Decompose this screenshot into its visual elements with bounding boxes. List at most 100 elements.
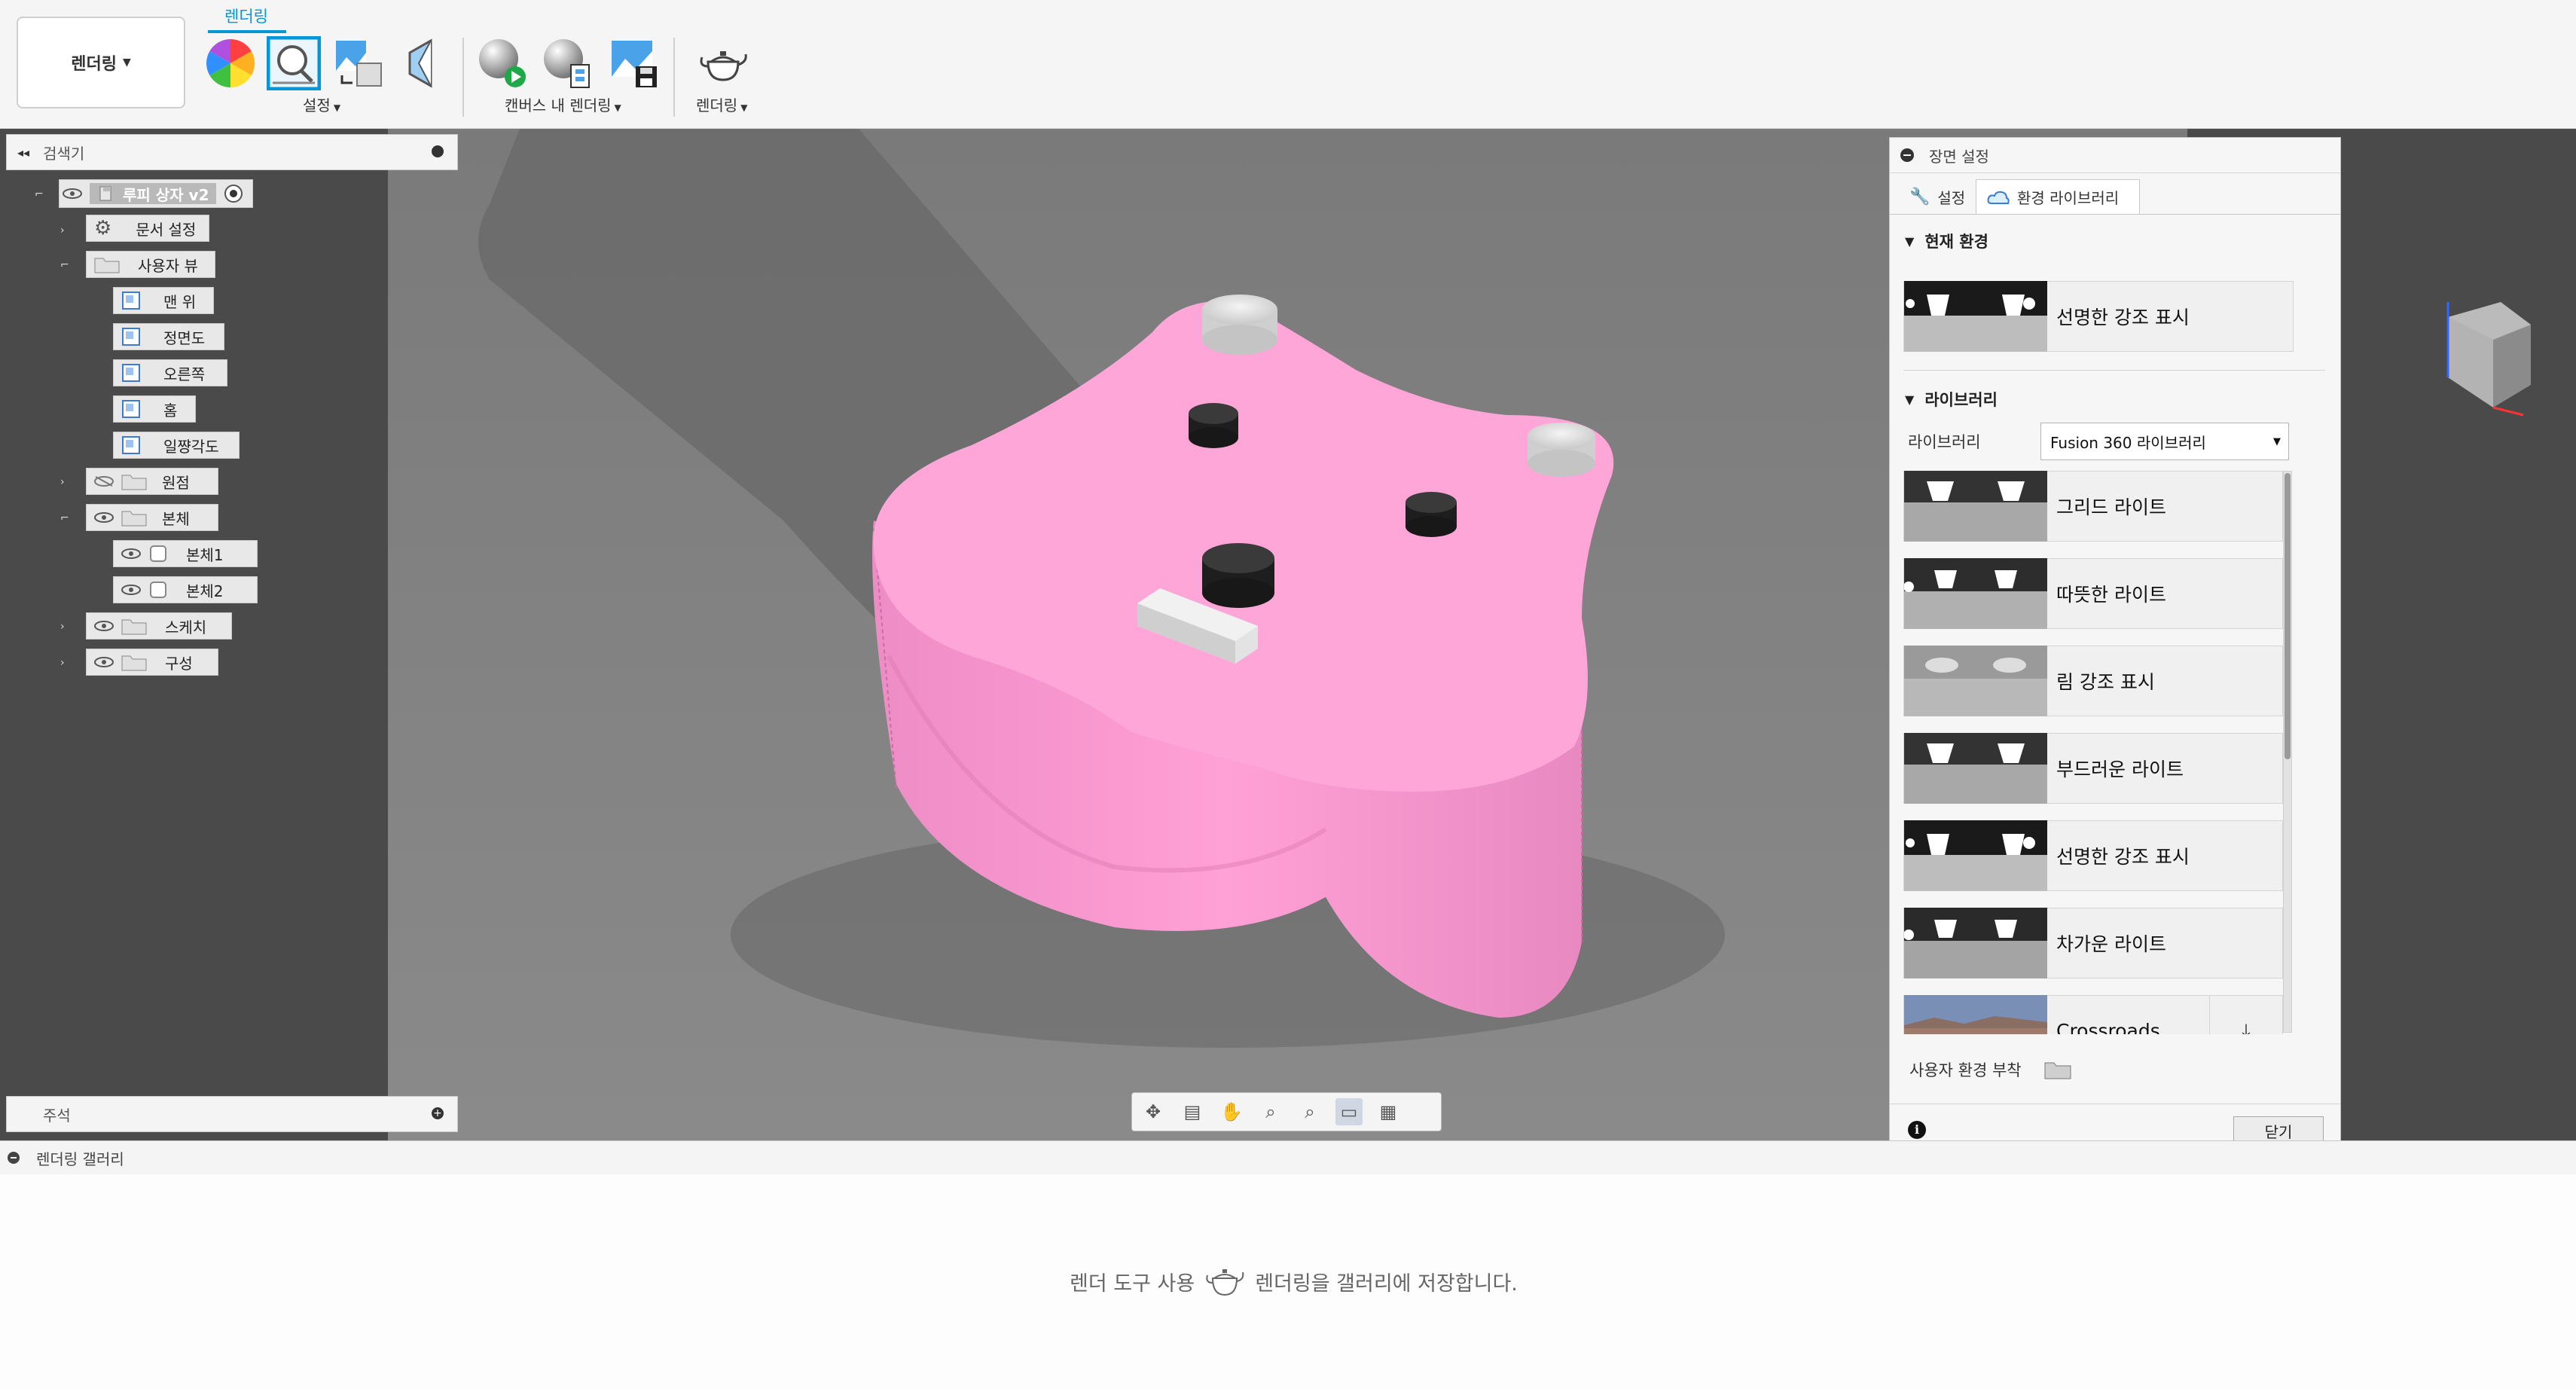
tree-item-root[interactable]: 루피 상자 v2 [59, 178, 254, 209]
expand-toggle[interactable]: › [60, 477, 69, 487]
black-puck-3 [1202, 543, 1274, 608]
library-select-row: 라이브러리 Fusion 360 라이브러리 ▼ [1908, 423, 2330, 460]
folder-icon[interactable] [2044, 1060, 2071, 1079]
environment-thumbnail [1904, 995, 2047, 1034]
chevron-down-icon: ▼ [333, 102, 341, 113]
tree-item-view-front[interactable]: 정면도 [113, 321, 224, 353]
collapse-panel-icon[interactable] [1900, 148, 1914, 162]
tree-item-view-trimetric[interactable]: 일쨩각도 [113, 429, 240, 461]
environment-item[interactable]: Crossroads ⤓ [1903, 995, 2283, 1034]
environment-thumbnail [1904, 281, 2047, 352]
environment-item[interactable]: 부드러운 라이트 [1903, 733, 2283, 804]
current-environment-header[interactable]: ▼ 현재 환경 [1905, 230, 1988, 252]
collapse-toggle[interactable]: ⌐ [60, 260, 69, 270]
environment-thumbnail [1904, 908, 2047, 978]
folder-icon [121, 655, 147, 671]
browser-header[interactable]: ◂◂ 검색기 [6, 134, 458, 170]
folder-icon [121, 619, 147, 635]
info-icon[interactable]: i [1908, 1121, 1926, 1139]
current-environment-card[interactable]: 선명한 강조 표시 [1903, 281, 2294, 352]
decal-icon[interactable] [396, 36, 450, 90]
tab-settings[interactable]: 🔧 설정 [1899, 179, 1976, 214]
environment-item[interactable]: 림 강조 표시 [1903, 646, 2283, 716]
render-gallery-header[interactable]: 렌더링 갤러리 [0, 1140, 2576, 1175]
collapse-toggle[interactable]: ⌐ [60, 513, 69, 524]
tree-item-view-right[interactable]: 오른쪽 [113, 357, 227, 389]
named-view-icon [122, 400, 140, 418]
eye-icon[interactable] [94, 657, 114, 667]
expand-toggle[interactable]: › [60, 658, 69, 668]
group-render[interactable]: 렌더링 ▼ [696, 93, 747, 115]
tree-item-named-views[interactable]: 사용자 뷰 [86, 249, 215, 280]
eye-icon[interactable] [94, 621, 114, 631]
environment-name: 따뜻한 라이트 [2056, 584, 2166, 606]
annotation-panel-header[interactable]: 주석 + [6, 1096, 458, 1132]
tab-environment-library[interactable]: 환경 라이브러리 [1976, 179, 2140, 214]
eye-icon[interactable] [121, 548, 141, 559]
tree-item-sketches[interactable]: 스케치 [86, 610, 232, 642]
grid-settings-icon[interactable]: ▦ [1375, 1098, 1402, 1125]
zoom-window-icon[interactable]: ⌕ [1296, 1098, 1323, 1125]
cloud-icon [1987, 191, 2010, 204]
library-dropdown[interactable]: Fusion 360 라이브러리 ▼ [2040, 423, 2289, 460]
named-view-icon [122, 436, 140, 454]
view-cube[interactable] [2418, 287, 2531, 430]
attach-custom-environment[interactable]: 사용자 환경 부착 [1909, 1058, 2071, 1081]
display-settings-icon[interactable]: ▭ [1335, 1098, 1363, 1125]
scene-settings-titlebar[interactable]: 장면 설정 [1890, 138, 2340, 173]
tree-item-label: 홈 [163, 401, 178, 420]
zoom-icon[interactable]: ⌕ [1257, 1098, 1284, 1125]
eye-hidden-icon[interactable] [94, 476, 114, 487]
in-canvas-render-icon[interactable] [476, 36, 530, 90]
group-divider [462, 38, 464, 117]
environment-thumbnail [1904, 733, 2047, 804]
appearance-icon[interactable] [203, 36, 258, 90]
scrollbar-thumb[interactable] [2285, 473, 2291, 759]
group-in-canvas-render[interactable]: 캔버스 내 렌더링 ▼ [505, 93, 621, 115]
capture-image-icon[interactable] [607, 36, 661, 90]
add-icon[interactable]: + [432, 1107, 444, 1119]
download-icon[interactable]: ⤓ [2209, 996, 2282, 1034]
tree-item-origin[interactable]: 원점 [86, 466, 218, 497]
named-view-icon [122, 292, 140, 310]
environment-name: 선명한 강조 표시 [2056, 846, 2190, 868]
activate-radio-icon[interactable] [222, 182, 245, 205]
look-at-icon[interactable]: ▤ [1179, 1098, 1206, 1125]
environment-list-scrollbar[interactable] [2283, 471, 2292, 1033]
tab-render[interactable]: 렌더링 [224, 5, 268, 27]
environment-thumbnail [1904, 471, 2047, 542]
tree-item-body2[interactable]: 본체2 [113, 574, 258, 606]
environment-item[interactable]: 그리드 라이트 [1903, 471, 2283, 542]
eye-icon[interactable] [63, 188, 82, 199]
workspace-switcher[interactable]: 렌더링 ▼ [17, 17, 185, 108]
in-canvas-render-settings-icon[interactable] [541, 36, 595, 90]
tree-item-view-home[interactable]: 홈 [113, 393, 196, 425]
environment-item[interactable]: 따뜻한 라이트 [1903, 558, 2283, 629]
expand-toggle[interactable]: › [60, 621, 69, 632]
environment-thumbnail [1904, 820, 2047, 891]
collapse-toggle[interactable]: ⌐ [35, 189, 44, 200]
scene-settings-icon[interactable] [267, 36, 321, 90]
expand-toggle[interactable]: › [60, 225, 69, 236]
panel-title: 장면 설정 [1929, 147, 1989, 166]
collapse-gallery-icon[interactable] [8, 1152, 20, 1164]
tree-item-label: 오른쪽 [163, 365, 206, 383]
library-header[interactable]: ▼ 라이브러리 [1905, 388, 1998, 411]
pin-icon[interactable] [432, 145, 444, 157]
eye-icon[interactable] [121, 585, 141, 595]
environment-item[interactable]: 차가운 라이트 [1903, 908, 2283, 978]
teapot-render-icon[interactable] [696, 36, 750, 90]
orbit-icon[interactable]: ✥ [1140, 1098, 1167, 1125]
double-chevron-left-icon[interactable]: ◂◂ [17, 145, 29, 160]
tree-item-bodies[interactable]: 본체 [86, 502, 218, 533]
group-setup[interactable]: 설정 ▼ [303, 93, 340, 115]
eye-icon[interactable] [94, 512, 114, 523]
pan-hand-icon[interactable]: ✋ [1218, 1098, 1245, 1125]
tree-item-document-settings[interactable]: ⚙ 문서 설정 [86, 212, 209, 244]
tree-item-body1[interactable]: 본체1 [113, 538, 258, 569]
environment-item[interactable]: 선명한 강조 표시 [1903, 820, 2283, 891]
triangle-down-icon: ▼ [1905, 392, 1915, 407]
tree-item-construction[interactable]: 구성 [86, 646, 218, 678]
tree-item-view-top[interactable]: 맨 위 [113, 285, 214, 316]
texture-map-icon[interactable] [331, 36, 386, 90]
